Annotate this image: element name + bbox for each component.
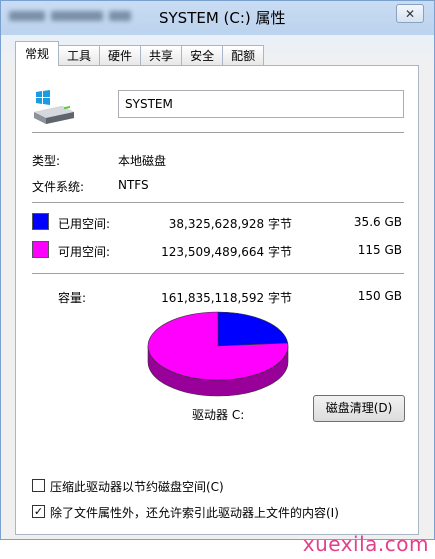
- window-title: SYSTEM (C:) 属性: [159, 9, 286, 27]
- tab-general[interactable]: 常规: [15, 41, 60, 66]
- type-label: 类型:: [32, 154, 61, 168]
- close-button[interactable]: ✕: [396, 4, 424, 23]
- compress-checkbox-label[interactable]: 压缩此驱动器以节约磁盘空间(C): [50, 478, 224, 495]
- hard-drive-icon: [34, 90, 74, 124]
- free-space-size: 115 GB: [357, 243, 402, 257]
- capacity-size: 150 GB: [357, 289, 402, 303]
- index-checkbox[interactable]: ✓: [32, 505, 45, 518]
- capacity-label: 容量:: [58, 291, 87, 305]
- used-space-label: 已用空间:: [58, 217, 111, 231]
- close-icon: ✕: [404, 6, 416, 21]
- index-checkbox-label[interactable]: 除了文件属性外，还允许索引此驱动器上文件的内容(I): [50, 504, 339, 521]
- blurred-app-name: [9, 10, 137, 24]
- free-space-label: 可用空间:: [58, 245, 111, 259]
- compress-checkbox[interactable]: [32, 479, 45, 492]
- capacity-bytes: 161,835,118,592 字节: [161, 291, 292, 305]
- used-space-swatch: [32, 213, 49, 230]
- tab-hardware[interactable]: 硬件: [99, 45, 142, 66]
- free-space-swatch: [32, 241, 49, 258]
- filesystem-value: NTFS: [118, 178, 149, 192]
- used-space-bytes: 38,325,628,928 字节: [168, 217, 292, 231]
- separator: [32, 202, 404, 203]
- volume-name-input[interactable]: [118, 90, 404, 118]
- tab-security[interactable]: 安全: [181, 45, 224, 66]
- filesystem-label: 文件系统:: [32, 180, 85, 194]
- tab-sharing[interactable]: 共享: [140, 45, 183, 66]
- tab-strip: 常规 工具 硬件 共享 安全 配额: [15, 41, 265, 66]
- pie-slice-0: [217, 311, 289, 347]
- separator: [32, 132, 404, 133]
- tab-tools[interactable]: 工具: [58, 45, 101, 66]
- free-space-bytes: 123,509,489,664 字节: [161, 245, 292, 259]
- general-panel: 类型: 本地磁盘 文件系统: NTFS 已用空间: 38,325,628,928…: [15, 65, 419, 535]
- separator: [32, 273, 404, 274]
- type-value: 本地磁盘: [118, 154, 167, 168]
- title-bar[interactable]: SYSTEM (C:) 属性 ✕: [1, 1, 434, 35]
- used-space-size: 35.6 GB: [353, 215, 402, 229]
- properties-window: SYSTEM (C:) 属性 ✕ 常规 工具 硬件 共享 安全 配额 类型:: [0, 0, 435, 540]
- drive-label: 驱动器 C:: [192, 408, 245, 422]
- disk-usage-pie-chart: [147, 311, 289, 397]
- watermark: xuexila.com: [302, 532, 429, 556]
- tab-quota[interactable]: 配额: [222, 45, 265, 66]
- disk-cleanup-button[interactable]: 磁盘清理(D): [313, 395, 405, 422]
